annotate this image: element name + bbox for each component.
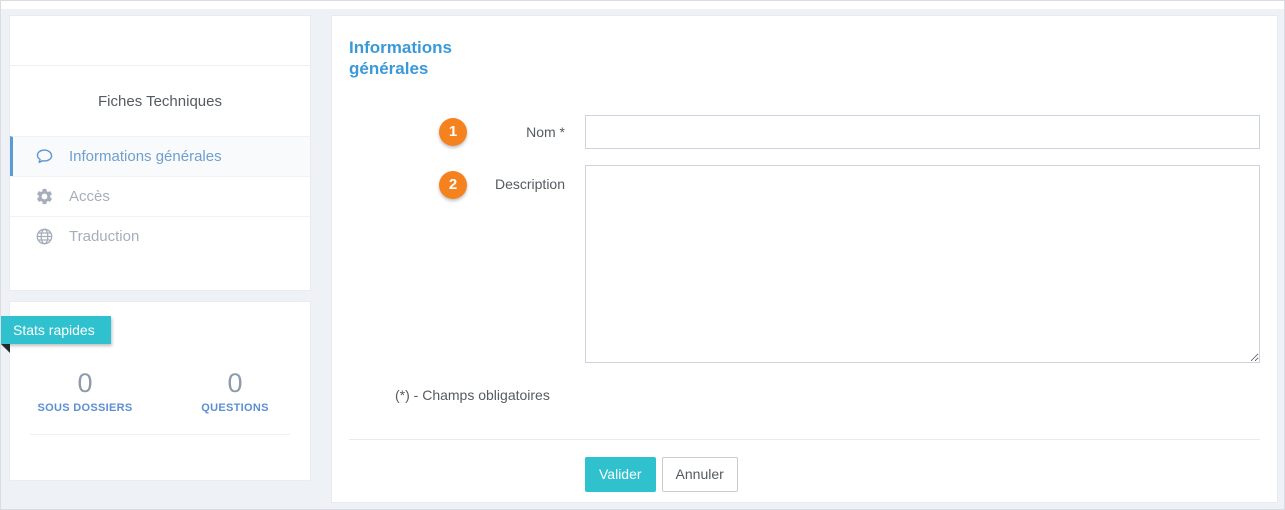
sidebar-item-traduction[interactable]: Traduction [10, 216, 310, 256]
sidebar-menu: Informations générales Accès [10, 136, 310, 256]
stat-questions: 0 QUESTIONS [160, 368, 310, 414]
stat-value: 0 [10, 368, 160, 398]
sidebar-item-label: Accès [69, 188, 110, 205]
description-label: Description [495, 176, 565, 192]
sidebar-item-acces[interactable]: Accès [10, 176, 310, 216]
stat-label: QUESTIONS [160, 402, 310, 414]
nom-input-cell [585, 115, 1260, 149]
stat-sous-dossiers: 0 SOUS DOSSIERS [10, 368, 160, 414]
valider-button[interactable]: Valider [585, 457, 656, 492]
page-title: Informations générales [349, 37, 494, 79]
required-fields-note: (*) - Champs obligatoires [395, 387, 1260, 403]
form-divider [349, 439, 1260, 440]
stat-label: SOUS DOSSIERS [10, 402, 160, 414]
nom-label-cell: 1 Nom * [349, 115, 565, 149]
page: Fiches Techniques Informations générales… [0, 0, 1285, 510]
main-card: Informations générales 1 Nom * 2 Descrip… [331, 15, 1278, 503]
nom-field-row: 1 Nom * [349, 115, 1260, 149]
sidebar-item-label: Informations générales [69, 148, 222, 165]
sidebar-title: Fiches Techniques [10, 66, 310, 136]
sidebar-item-label: Traduction [69, 228, 139, 245]
stats-row: 0 SOUS DOSSIERS 0 QUESTIONS [10, 368, 310, 414]
description-label-cell: 2 Description [349, 165, 565, 363]
stats-ribbon: Stats rapides [1, 316, 111, 344]
description-textarea[interactable] [585, 165, 1260, 363]
description-input-cell [585, 165, 1260, 363]
stats-divider [30, 434, 290, 435]
stats-ribbon-label: Stats rapides [13, 322, 95, 338]
nom-input[interactable] [585, 115, 1260, 149]
sidebar-item-informations-generales[interactable]: Informations générales [10, 136, 310, 176]
step-2-badge: 2 [439, 171, 467, 199]
nom-label: Nom * [526, 124, 565, 140]
top-strip [1, 1, 1284, 9]
sidebar-header [10, 16, 310, 66]
step-1-badge: 1 [439, 118, 467, 146]
annuler-button[interactable]: Annuler [662, 457, 738, 492]
form-actions: Valider Annuler [349, 457, 1260, 492]
stat-value: 0 [160, 368, 310, 398]
stats-card: Stats rapides 0 SOUS DOSSIERS 0 QUESTION… [9, 301, 311, 481]
description-field-row: 2 Description [349, 165, 1260, 363]
comment-icon [34, 147, 54, 167]
sidebar-card: Fiches Techniques Informations générales… [9, 15, 311, 291]
ribbon-fold-icon [1, 344, 10, 353]
gear-icon [34, 187, 54, 207]
informations-generales-form: 1 Nom * 2 Description (*) - Champs oblig… [349, 115, 1260, 492]
globe-icon [34, 227, 54, 247]
